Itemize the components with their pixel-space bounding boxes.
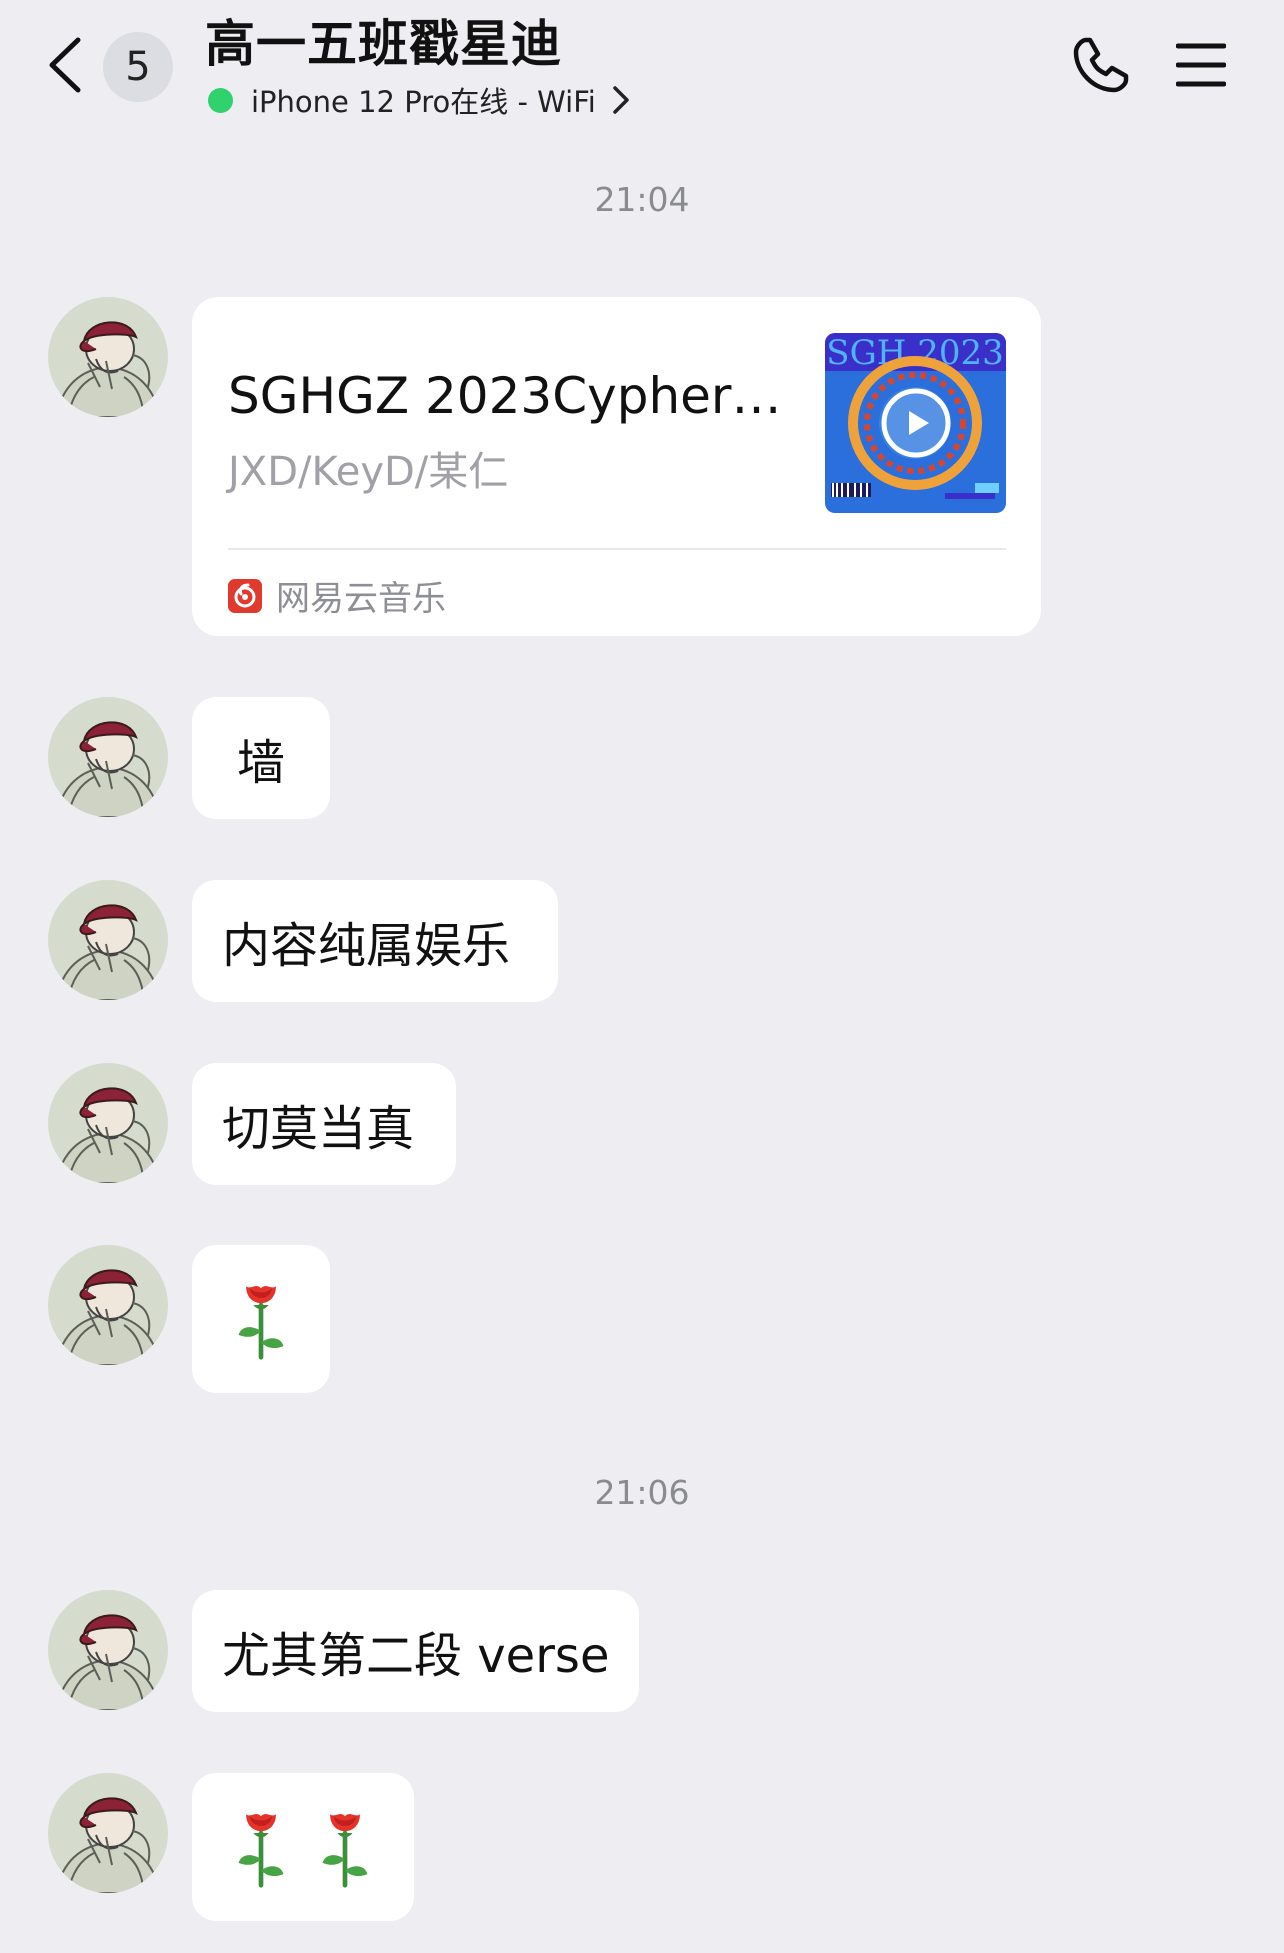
menu-button[interactable] <box>1175 40 1227 90</box>
music-artist: JXD/KeyD/某仁 <box>228 449 509 495</box>
avatar-image <box>48 880 168 1000</box>
avatar-image <box>48 697 168 817</box>
message-timestamp: 21:06 <box>594 1473 690 1512</box>
message-text: 内容纯属娱乐 <box>222 918 511 974</box>
phone-icon <box>1073 37 1129 93</box>
avatar[interactable] <box>48 1773 168 1893</box>
avatar[interactable] <box>48 1590 168 1710</box>
avatar[interactable] <box>48 1063 168 1183</box>
music-source-name: 网易云音乐 <box>276 579 446 619</box>
play-icon[interactable] <box>880 387 952 459</box>
message-text: 尤其第二段 verse <box>222 1628 610 1684</box>
avatar-image <box>48 1245 168 1365</box>
music-source: 网易云音乐 <box>228 571 446 620</box>
online-status-text: iPhone 12 Pro在线 - WiFi <box>251 85 596 119</box>
rose-icon <box>233 1276 289 1362</box>
back-button[interactable] <box>40 30 90 100</box>
chat-title: 高一五班戳星迪 <box>205 15 562 73</box>
card-divider <box>228 548 1006 550</box>
music-title: SGHGZ 2023Cypher… <box>228 367 782 425</box>
album-cover-text: SGH 2023 <box>826 333 1003 373</box>
rose-icon <box>317 1804 373 1890</box>
message-bubble[interactable]: 墙 <box>192 697 330 819</box>
online-status[interactable]: iPhone 12 Pro在线 - WiFi <box>208 80 632 120</box>
avatar[interactable] <box>48 880 168 1000</box>
message-bubble[interactable]: 尤其第二段 verse <box>192 1590 639 1712</box>
message-text: 墙 <box>236 735 285 791</box>
chevron-right-icon <box>613 86 629 114</box>
album-cover[interactable]: SGH 2023 <box>825 333 1006 513</box>
avatar[interactable] <box>48 297 168 417</box>
message-bubble[interactable]: 切莫当真 <box>192 1063 456 1185</box>
unread-count-badge[interactable]: 5 <box>103 32 173 102</box>
avatar-image <box>48 297 168 417</box>
chevron-left-icon <box>49 37 81 93</box>
netease-music-icon <box>228 578 262 613</box>
voice-call-button[interactable] <box>1068 34 1132 98</box>
avatar-image <box>48 1590 168 1710</box>
message-timestamp: 21:04 <box>594 180 690 219</box>
music-share-card[interactable]: SGHGZ 2023Cypher… JXD/KeyD/某仁 SGH 2023 网… <box>192 297 1041 636</box>
rose-icon <box>233 1804 289 1890</box>
avatar[interactable] <box>48 1245 168 1365</box>
message-text: 切莫当真 <box>222 1101 415 1157</box>
avatar[interactable] <box>48 697 168 817</box>
hamburger-menu-icon <box>1175 43 1227 87</box>
avatar-image <box>48 1063 168 1183</box>
online-dot-icon <box>208 87 233 113</box>
chat-header: 5 高一五班戳星迪 iPhone 12 Pro在线 - WiFi <box>0 0 1284 140</box>
emoji-message-bubble[interactable] <box>192 1245 330 1393</box>
message-bubble[interactable]: 内容纯属娱乐 <box>192 880 558 1002</box>
emoji-message-bubble[interactable] <box>192 1773 414 1921</box>
avatar-image <box>48 1773 168 1893</box>
